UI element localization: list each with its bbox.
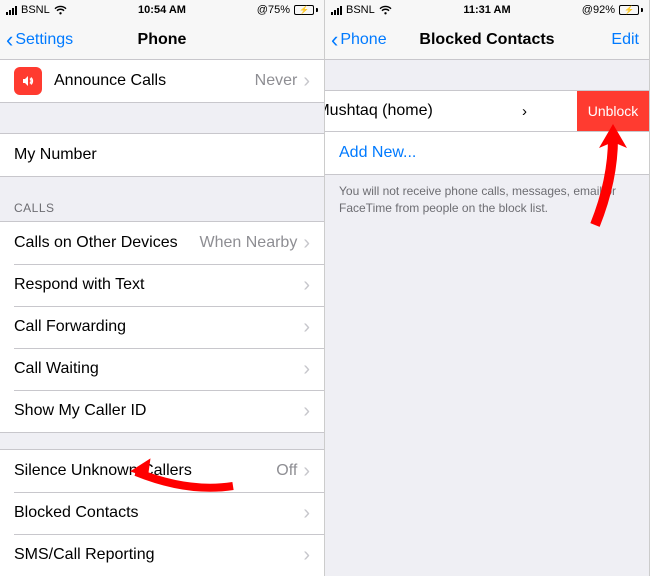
my-number-label: My Number bbox=[14, 146, 310, 164]
call-waiting-row[interactable]: Call Waiting › bbox=[0, 348, 324, 390]
chevron-right-icon: › bbox=[522, 103, 527, 120]
status-bar: BSNL 11:31 AM @92% ⚡ bbox=[325, 0, 649, 20]
calls-other-devices-row[interactable]: Calls on Other Devices When Nearby › bbox=[0, 222, 324, 264]
chevron-right-icon: › bbox=[303, 358, 310, 381]
nav-title: Blocked Contacts bbox=[325, 31, 649, 49]
call-forwarding-row[interactable]: Call Forwarding › bbox=[0, 306, 324, 348]
chevron-right-icon: › bbox=[303, 274, 310, 297]
silence-unknown-row[interactable]: Silence Unknown Callers Off › bbox=[0, 450, 324, 492]
nav-bar: ‹ Settings Phone bbox=[0, 20, 324, 60]
chevron-right-icon: › bbox=[303, 460, 310, 483]
chevron-right-icon: › bbox=[303, 544, 310, 567]
section-header-calls: CALLS bbox=[0, 195, 324, 221]
contact-name: n Mushtaq (home) bbox=[325, 102, 522, 120]
nav-bar: ‹ Phone Blocked Contacts Edit bbox=[325, 20, 649, 60]
announce-calls-value: Never bbox=[255, 72, 298, 90]
nav-title: Phone bbox=[0, 31, 324, 49]
status-bar: BSNL 10:54 AM @75% ⚡ bbox=[0, 0, 324, 20]
my-number-row[interactable]: My Number bbox=[0, 134, 324, 176]
status-time: 11:31 AM bbox=[325, 4, 649, 16]
show-caller-id-row[interactable]: Show My Caller ID › bbox=[0, 390, 324, 432]
chevron-right-icon: › bbox=[303, 400, 310, 423]
blocked-contact-row[interactable]: n Mushtaq (home) › Unblock bbox=[325, 90, 649, 132]
blocked-contacts-row[interactable]: Blocked Contacts › bbox=[0, 492, 324, 534]
respond-with-text-row[interactable]: Respond with Text › bbox=[0, 264, 324, 306]
status-time: 10:54 AM bbox=[0, 4, 324, 16]
speaker-icon bbox=[14, 67, 42, 95]
chevron-right-icon: › bbox=[303, 316, 310, 339]
announce-calls-row[interactable]: Announce Calls Never › bbox=[0, 60, 324, 102]
chevron-right-icon: › bbox=[303, 232, 310, 255]
chevron-right-icon: › bbox=[303, 70, 310, 93]
blocked-contacts-screen: BSNL 11:31 AM @92% ⚡ ‹ Phone Blocked Con… bbox=[325, 0, 650, 576]
unblock-button[interactable]: Unblock bbox=[577, 91, 649, 131]
edit-button[interactable]: Edit bbox=[611, 31, 639, 49]
footer-text: You will not receive phone calls, messag… bbox=[325, 175, 649, 225]
announce-calls-label: Announce Calls bbox=[54, 72, 255, 90]
sms-call-reporting-row[interactable]: SMS/Call Reporting › bbox=[0, 534, 324, 576]
chevron-right-icon: › bbox=[303, 502, 310, 525]
add-new-button[interactable]: Add New... bbox=[325, 132, 649, 174]
phone-settings-screen: BSNL 10:54 AM @75% ⚡ ‹ Settings Phone An… bbox=[0, 0, 325, 576]
